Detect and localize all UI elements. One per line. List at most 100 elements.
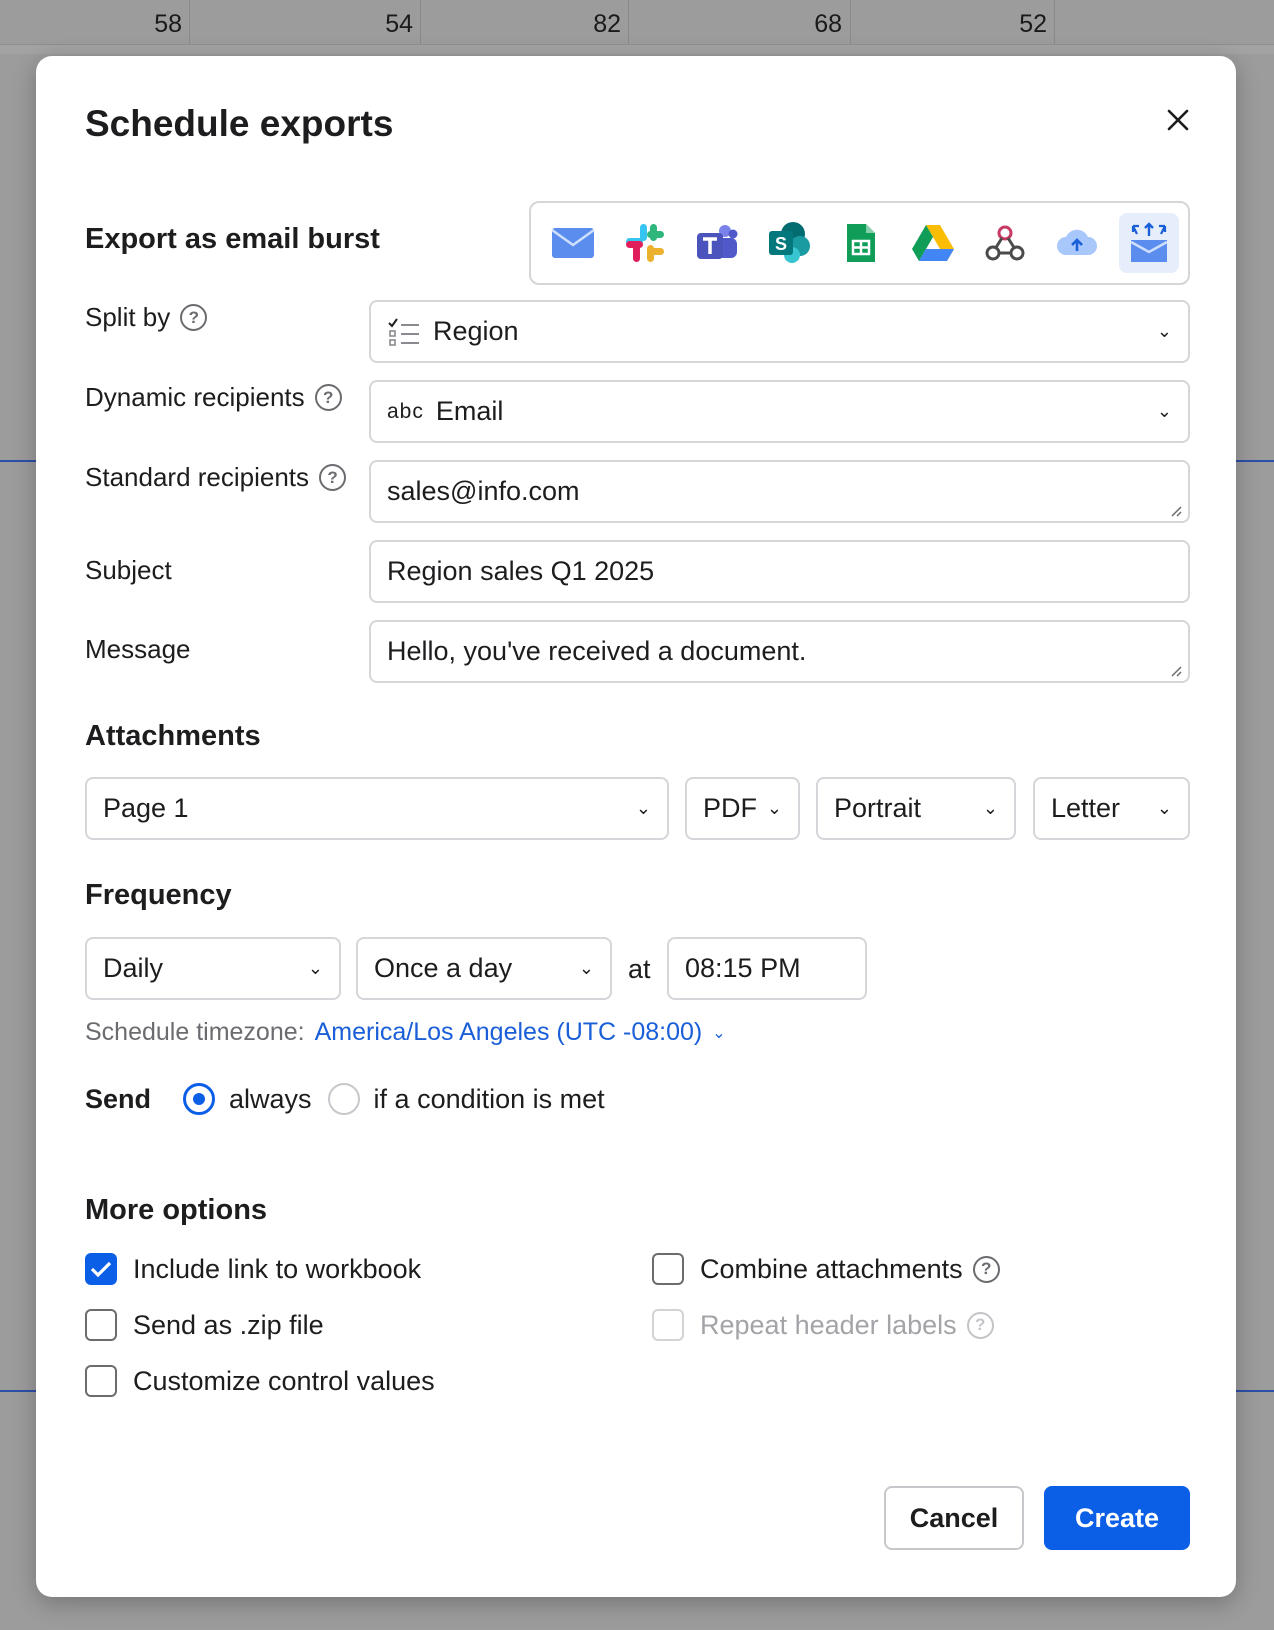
time-value: 08:15 PM [685, 953, 801, 983]
selection-line [1236, 1390, 1274, 1392]
chevron-down-icon: ⌄ [712, 1024, 726, 1042]
send-condition-radio[interactable] [327, 1083, 360, 1115]
cell-value: 68 [814, 10, 842, 38]
chevron-down-icon: ⌄ [766, 798, 782, 818]
dynamic-recipients-text: Dynamic recipients [85, 382, 305, 412]
destination-email-burst[interactable] [1119, 213, 1179, 273]
send-always-label: always [229, 1083, 312, 1114]
send-zip-option[interactable]: Send as .zip file [85, 1309, 324, 1341]
email-icon [551, 228, 595, 258]
send-zip-label: Send as .zip file [133, 1309, 324, 1340]
frequency-period-value: Daily [103, 953, 164, 983]
create-button[interactable]: Create [1044, 1486, 1190, 1550]
send-zip-checkbox[interactable] [85, 1309, 117, 1341]
selection-line [1236, 460, 1274, 462]
combine-attachments-label: Combine attachments [700, 1253, 963, 1284]
customize-controls-option[interactable]: Customize control values [85, 1365, 435, 1397]
slack-icon [626, 224, 664, 262]
timezone-link[interactable]: America/Los Angeles (UTC -08:00) [315, 1018, 703, 1047]
cancel-button[interactable]: Cancel [884, 1486, 1024, 1550]
close-button[interactable] [1160, 102, 1196, 138]
destination-sharepoint[interactable]: S [759, 213, 819, 273]
chevron-down-icon: ⌄ [578, 958, 594, 978]
destination-cloud-upload[interactable] [1047, 213, 1107, 273]
destination-google-drive[interactable] [903, 213, 963, 273]
send-always-radio[interactable] [183, 1083, 216, 1115]
send-condition-label: if a condition is met [373, 1083, 605, 1114]
chevron-down-icon: ⌄ [307, 958, 323, 978]
attachment-paper-select[interactable]: Letter ⌄ [1033, 777, 1190, 840]
standard-recipients-label: Standard recipients ? [85, 462, 347, 493]
selection-line [0, 1390, 36, 1392]
split-by-text: Split by [85, 302, 171, 332]
export-heading: Export as email burst [85, 223, 380, 255]
standard-recipients-text: Standard recipients [85, 462, 310, 492]
attachment-orientation-select[interactable]: Portrait ⌄ [816, 777, 1016, 840]
subject-label: Subject [85, 555, 172, 585]
split-by-select[interactable]: Region ⌄ [369, 300, 1190, 363]
destination-email[interactable] [543, 213, 603, 273]
dynamic-recipients-label: Dynamic recipients ? [85, 382, 342, 413]
attachment-orientation-value: Portrait [834, 793, 922, 823]
split-by-label: Split by ? [85, 302, 208, 333]
attachment-page-select[interactable]: Page 1 ⌄ [85, 777, 669, 840]
chevron-down-icon: ⌄ [1156, 401, 1172, 421]
include-link-option[interactable]: Include link to workbook [85, 1253, 421, 1285]
svg-text:S: S [775, 234, 787, 254]
google-drive-icon [912, 225, 954, 261]
timezone-row: Schedule timezone: America/Los Angeles (… [85, 1018, 726, 1047]
destination-webhook[interactable] [975, 213, 1035, 273]
help-icon[interactable]: ? [180, 304, 208, 331]
subject-input[interactable]: Region sales Q1 2025 [369, 540, 1190, 603]
help-icon[interactable]: ? [319, 464, 347, 491]
destination-google-sheets[interactable] [831, 213, 891, 273]
dynamic-recipients-value: Email [435, 396, 504, 426]
subject-value: Region sales Q1 2025 [387, 556, 655, 586]
customize-controls-checkbox[interactable] [85, 1365, 117, 1397]
attachment-format-select[interactable]: PDF ⌄ [685, 777, 800, 840]
chevron-down-icon: ⌄ [635, 798, 651, 818]
message-value: Hello, you've received a document. [387, 636, 807, 666]
repeat-headers-label: Repeat header labels [700, 1309, 957, 1340]
split-by-value: Region [433, 316, 519, 346]
include-link-checkbox[interactable] [85, 1253, 117, 1285]
frequency-period-select[interactable]: Daily ⌄ [85, 937, 341, 1000]
at-label: at [628, 954, 651, 984]
resize-handle-icon[interactable] [1168, 503, 1182, 517]
dialog-title: Schedule exports [85, 103, 394, 144]
time-input[interactable]: 08:15 PM [667, 937, 867, 1000]
frequency-times-select[interactable]: Once a day ⌄ [356, 937, 612, 1000]
attachment-format-value: PDF [703, 793, 757, 823]
cloud-upload-icon [1057, 229, 1097, 255]
customize-controls-label: Customize control values [133, 1365, 435, 1396]
chevron-down-icon: ⌄ [982, 798, 998, 818]
attachment-paper-value: Letter [1051, 793, 1121, 823]
destination-teams[interactable] [687, 213, 747, 273]
include-link-label: Include link to workbook [133, 1253, 422, 1284]
combine-attachments-checkbox[interactable] [652, 1253, 684, 1285]
header-row-separator [0, 44, 1274, 54]
message-label: Message [85, 634, 191, 664]
grid-line [0, 44, 1274, 45]
check-icon [90, 1261, 112, 1278]
destination-slack[interactable] [615, 213, 675, 273]
help-icon[interactable]: ? [972, 1255, 1000, 1283]
cell-value: 58 [154, 10, 182, 38]
standard-recipients-input[interactable]: sales@info.com [369, 460, 1190, 523]
chevron-down-icon: ⌄ [1156, 321, 1172, 341]
destination-picker: S [529, 201, 1190, 285]
sharepoint-icon: S [769, 222, 810, 263]
grid-column-line [850, 0, 851, 44]
message-input[interactable]: Hello, you've received a document. [369, 620, 1190, 683]
resize-handle-icon[interactable] [1168, 663, 1182, 677]
list-column-icon [388, 317, 419, 346]
dynamic-recipients-select[interactable]: abc Email ⌄ [369, 380, 1190, 443]
combine-attachments-option[interactable]: Combine attachments ? [652, 1253, 1000, 1285]
chevron-down-icon: ⌄ [1156, 798, 1172, 818]
teams-icon [697, 225, 738, 259]
help-icon[interactable]: ? [314, 384, 342, 411]
frequency-times-value: Once a day [374, 953, 513, 983]
attachments-heading: Attachments [85, 720, 261, 752]
grid-column-line [189, 0, 190, 44]
grid-column-line [1054, 0, 1055, 44]
